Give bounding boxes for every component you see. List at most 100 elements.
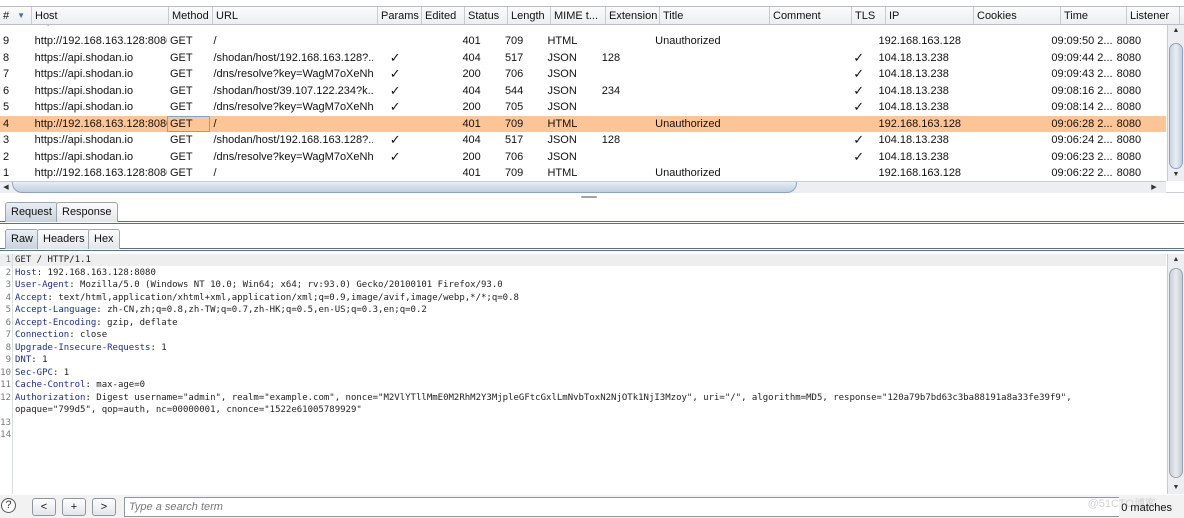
tab-headers[interactable]: Headers — [37, 229, 91, 249]
cell-mime: JSON — [547, 68, 577, 80]
column-header-status[interactable]: Status — [465, 7, 508, 24]
line-number: 7 — [5, 330, 11, 340]
table-row[interactable]: 9 http://192.168.163.128:8080 GET / 401 709 HT… — [0, 33, 1166, 50]
search-input[interactable] — [124, 497, 1119, 517]
column-header-title[interactable]: Title — [660, 7, 770, 24]
scroll-left-arrow-icon[interactable]: ◀ — [0, 182, 12, 193]
cell-edited — [417, 83, 460, 100]
scroll-up-arrow-icon[interactable]: ▲ — [1168, 25, 1184, 37]
cell-title — [652, 66, 761, 83]
cell-number: 2 — [3, 150, 10, 163]
table-row[interactable]: 7 https://api.shodan.io GET/dns/resolve?ke… — [0, 66, 1166, 83]
cell-title: Unauthorized — [655, 35, 721, 47]
raw-request-editor[interactable]: 1 GET / HTTP/1.1 2 Host: 192.168.163.128:80… — [0, 254, 1184, 494]
cell-edited — [417, 66, 460, 83]
column-header-comment[interactable]: Comment — [770, 7, 852, 24]
header-name: Authorization — [15, 392, 86, 403]
column-header-length[interactable]: Length — [508, 7, 551, 24]
scroll-down-arrow-icon[interactable]: ▼ — [1168, 169, 1184, 181]
editor-line: 14 — [0, 429, 11, 442]
cell-mime: JSON — [547, 101, 577, 113]
cell-tls — [842, 33, 876, 50]
column-header-host[interactable]: Host — [32, 7, 169, 24]
line-text: opaque="799d5", qop=auth, nc=00000001, c… — [15, 404, 362, 417]
cell-edited — [417, 116, 460, 133]
table-row[interactable]: 2 https://api.shodan.io GET/dns/resolve?ke… — [0, 149, 1166, 166]
cell-status: 404 — [462, 134, 481, 146]
cell-url: / — [213, 117, 217, 130]
column-header-extension[interactable]: Extension — [606, 7, 660, 24]
cell-number: 8 — [3, 51, 10, 64]
table-row[interactable]: 6 https://api.shodan.io GET/shodan/host/39… — [0, 83, 1166, 100]
splitter-handle[interactable] — [581, 196, 597, 198]
table-vertical-scrollbar[interactable]: ▲ ▼ — [1167, 25, 1184, 181]
cell-time: 09:09:43 2... — [1051, 68, 1113, 80]
table-header: # ▼ Host Method URL Params Edited Status … — [0, 6, 1184, 25]
editor-vertical-scrollbar[interactable]: ▲ ▼ — [1167, 254, 1184, 494]
table-row[interactable]: 3 https://api.shodan.io GET/shodan/host/19… — [0, 132, 1166, 149]
cell-host: https://api.shodan.io — [34, 68, 134, 80]
column-header-ip[interactable]: IP — [886, 7, 974, 24]
column-header-edited[interactable]: Edited — [422, 7, 465, 24]
scroll-up-arrow-icon[interactable]: ▲ — [1168, 254, 1184, 266]
cell-listener: 8080 — [1114, 25, 1166, 33]
column-header-method[interactable]: Method — [169, 7, 213, 24]
scrollbar-thumb[interactable] — [12, 182, 797, 193]
help-icon[interactable]: ? — [1, 498, 16, 513]
column-header-time[interactable]: Time — [1061, 7, 1127, 24]
cell-mime: HTML — [544, 25, 598, 33]
cell-edited — [417, 165, 460, 181]
line-number: 5 — [5, 305, 11, 315]
scrollbar-thumb[interactable] — [1169, 43, 1183, 169]
cell-ip: 192.168.163.128 — [878, 117, 962, 130]
cell-host: https://api.shodan.io — [34, 84, 134, 97]
cell-host: https://api.shodan.io — [34, 51, 134, 64]
header-name: Host — [15, 267, 37, 278]
line-number: 2 — [5, 267, 11, 278]
cell-url: / — [213, 35, 217, 47]
cell-extension — [599, 99, 652, 116]
table-row-selected[interactable]: 4 http://192.168.163.128:8080 GET/ 401 709 HT… — [0, 115, 1166, 133]
cell-comment — [761, 149, 842, 166]
table-row[interactable]: 8 https://api.shodan.io GET/shodan/host/19… — [0, 50, 1166, 67]
table-row[interactable]: 5 https://api.shodan.io GET/dns/resolve?ke… — [0, 99, 1166, 116]
cell-ip: 104.18.13.238 — [878, 84, 949, 97]
cell-cookies — [962, 33, 1048, 50]
column-header-listener[interactable]: Listener — [1127, 7, 1180, 24]
previous-match-button[interactable]: < — [32, 498, 56, 516]
scroll-down-arrow-icon[interactable]: ▼ — [1168, 482, 1184, 494]
tab-request[interactable]: Request — [5, 202, 58, 222]
cell-cookies — [962, 66, 1048, 83]
table-row[interactable]: 1 http://192.168.163.128:8080 GET / 401 709 HT… — [0, 165, 1166, 181]
tab-hex[interactable]: Hex — [88, 229, 120, 249]
cell-listener: 8080 — [1116, 117, 1142, 130]
table-body: 10 http://192.168.163.128:8080 GET / 401… — [0, 25, 1166, 181]
next-match-button[interactable]: > — [92, 498, 116, 516]
add-search-button[interactable]: + — [62, 498, 86, 516]
table-row-partial[interactable]: 10 http://192.168.163.128:8080 GET / 401… — [0, 25, 1166, 33]
column-header-number[interactable]: # ▼ — [0, 7, 32, 24]
cell-params: ✓ — [389, 49, 401, 65]
scroll-right-arrow-icon[interactable]: ▶ — [1148, 182, 1160, 193]
cell-mime: JSON — [547, 134, 577, 146]
column-header-url[interactable]: URL — [213, 7, 378, 24]
table-horizontal-scrollbar[interactable]: ◀ ▶ — [0, 181, 1166, 193]
column-header-cookies[interactable]: Cookies — [974, 7, 1061, 24]
line-number: 11 — [0, 380, 11, 390]
column-header-mime-type[interactable]: MIME t... — [551, 7, 606, 24]
column-header-params[interactable]: Params — [378, 7, 422, 24]
message-view-tabs: Raw Headers Hex — [0, 229, 1184, 251]
cell-mime: HTML — [547, 35, 578, 47]
cell-method: GET — [169, 134, 193, 146]
scrollbar-thumb[interactable] — [1169, 268, 1183, 478]
editor-line: 1 GET / HTTP/1.1 — [0, 254, 91, 267]
cell-params: ✓ — [389, 148, 401, 164]
cell-mime: JSON — [547, 150, 577, 163]
cell-mime: JSON — [547, 84, 577, 97]
tab-response[interactable]: Response — [56, 202, 118, 222]
cell-status: 200 — [462, 150, 481, 163]
tab-raw[interactable]: Raw — [5, 229, 40, 249]
column-header-tls[interactable]: TLS — [852, 7, 886, 24]
line-number: 3 — [5, 280, 11, 290]
line-text: GET / HTTP/1.1 — [15, 254, 91, 267]
